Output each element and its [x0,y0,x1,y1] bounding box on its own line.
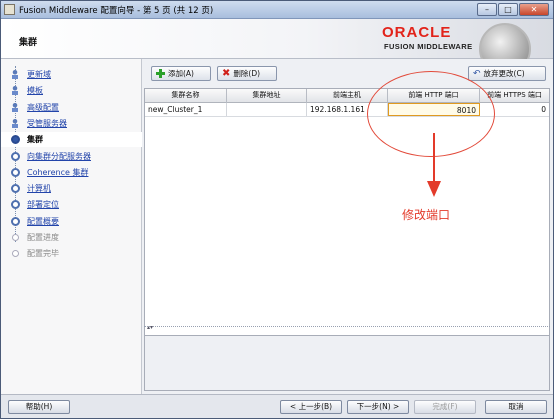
step-item[interactable]: 部署定位 [1,197,142,212]
column-header[interactable]: 集群名称 [145,89,227,103]
table-header: 集群名称 集群地址 前端主机 前端 HTTP 端口 前端 HTTPS 端口 [145,89,549,103]
add-icon [156,69,165,78]
undo-icon: ↶ [473,68,481,79]
step-label: 计算机 [27,184,51,194]
step-label: 模板 [27,86,43,96]
step-item[interactable]: 高级配置 [1,100,142,115]
oracle-logo-subtitle: FUSION MIDDLEWARE [384,42,473,51]
cluster-address-cell[interactable] [227,103,307,116]
step-label: 集群 [27,135,43,145]
step-label: 高级配置 [27,102,59,112]
step-circle-icon [11,216,20,226]
step-label: 受管服务器 [27,118,67,128]
step-item[interactable]: Coherence 集群 [1,165,142,180]
frontend-http-port-cell[interactable]: 8010 [388,103,480,116]
current-step-icon [11,135,20,145]
person-icon [10,118,20,128]
step-label: 向集群分配服务器 [27,151,91,161]
title-bar: Fusion Middleware 配置向导 - 第 5 页 (共 12 页) … [1,1,553,19]
cluster-panel: 添加(A) ✖ 删除(D) ↶ 放弃更改(C) 集群名称 集群地址 前端主机 前… [143,59,553,394]
step-label: 配置进度 [27,233,59,242]
step-circle-icon [12,234,19,241]
finish-button: 完成(F) [414,400,476,414]
close-icon[interactable]: ✕ [519,3,549,16]
step-label: 部署定位 [27,200,59,210]
help-button[interactable]: 帮助(H) [8,400,70,414]
step-item[interactable]: 计算机 [1,181,142,196]
window-title: Fusion Middleware 配置向导 - 第 5 页 (共 12 页) [19,6,214,16]
step-circle-icon [11,200,20,210]
wizard-footer: 帮助(H) < 上一步(B) 下一步(N) > 完成(F) 取消 [1,394,553,418]
wizard-header: 集群 ORACLE FUSION MIDDLEWARE [1,19,553,75]
oracle-logo-word: ORACLE [382,24,452,41]
delete-button[interactable]: ✖ 删除(D) [217,66,277,81]
step-item: 配置进度 [1,230,142,245]
step-item[interactable]: 配置概要 [1,214,142,229]
cluster-table: 集群名称 集群地址 前端主机 前端 HTTP 端口 前端 HTTPS 端口 ne… [144,88,550,336]
frontend-host-cell[interactable]: 192.168.1.161 [307,103,388,116]
column-header[interactable]: 集群地址 [227,89,307,103]
app-icon [4,4,15,15]
step-circle-icon [11,167,20,177]
add-button[interactable]: 添加(A) [151,66,211,81]
person-icon [10,86,20,96]
add-button-label: 添加(A) [168,69,194,78]
panel-splitter[interactable] [144,326,550,330]
person-icon [10,70,20,79]
step-label: 更新域 [27,70,51,79]
column-header[interactable]: 前端 HTTPS 端口 [480,89,549,103]
delete-button-label: 删除(D) [233,69,261,78]
step-circle-icon [12,250,19,258]
cancel-button[interactable]: 取消 [485,400,547,414]
step-circle-icon [11,151,20,161]
delete-icon: ✖ [222,68,231,79]
step-item[interactable]: 向集群分配服务器 [1,149,142,164]
step-item[interactable]: 受管服务器 [1,116,142,131]
step-item: 配置完毕 [1,246,142,261]
steps-navigation: 更新域模板高级配置受管服务器集群向集群分配服务器 Coherence 集群 计算机部… [1,59,142,394]
revert-button-label: 放弃更改(C) [483,69,525,78]
table-row[interactable]: new_Cluster_1 192.168.1.161 8010 0 [145,103,549,117]
window-controls: – □ ✕ [477,3,549,16]
page-title: 集群 [19,38,38,48]
step-label: 配置概要 [27,216,59,226]
step-circle-icon [11,184,20,194]
back-button[interactable]: < 上一步(B) [280,400,342,414]
step-item[interactable]: 集群 [1,132,142,148]
column-header[interactable]: 前端 HTTP 端口 [388,89,480,103]
wizard-window: Fusion Middleware 配置向导 - 第 5 页 (共 12 页) … [0,0,554,419]
person-icon [10,102,20,112]
cluster-name-cell[interactable]: new_Cluster_1 [145,103,227,116]
revert-changes-button[interactable]: ↶ 放弃更改(C) [468,66,546,81]
next-button[interactable]: 下一步(N) > [347,400,409,414]
splitter-grip-icon[interactable]: ▴▾ [147,325,153,331]
step-label: Coherence 集群 [27,167,89,177]
column-header[interactable]: 前端主机 [307,89,388,103]
step-label: 配置完毕 [27,249,59,259]
step-item[interactable]: 模板 [1,83,142,98]
step-item[interactable]: 更新域 [1,67,142,82]
detail-pane [144,336,550,391]
maximize-icon[interactable]: □ [498,3,518,16]
minimize-icon[interactable]: – [477,3,497,16]
frontend-https-port-cell[interactable]: 0 [480,103,549,116]
